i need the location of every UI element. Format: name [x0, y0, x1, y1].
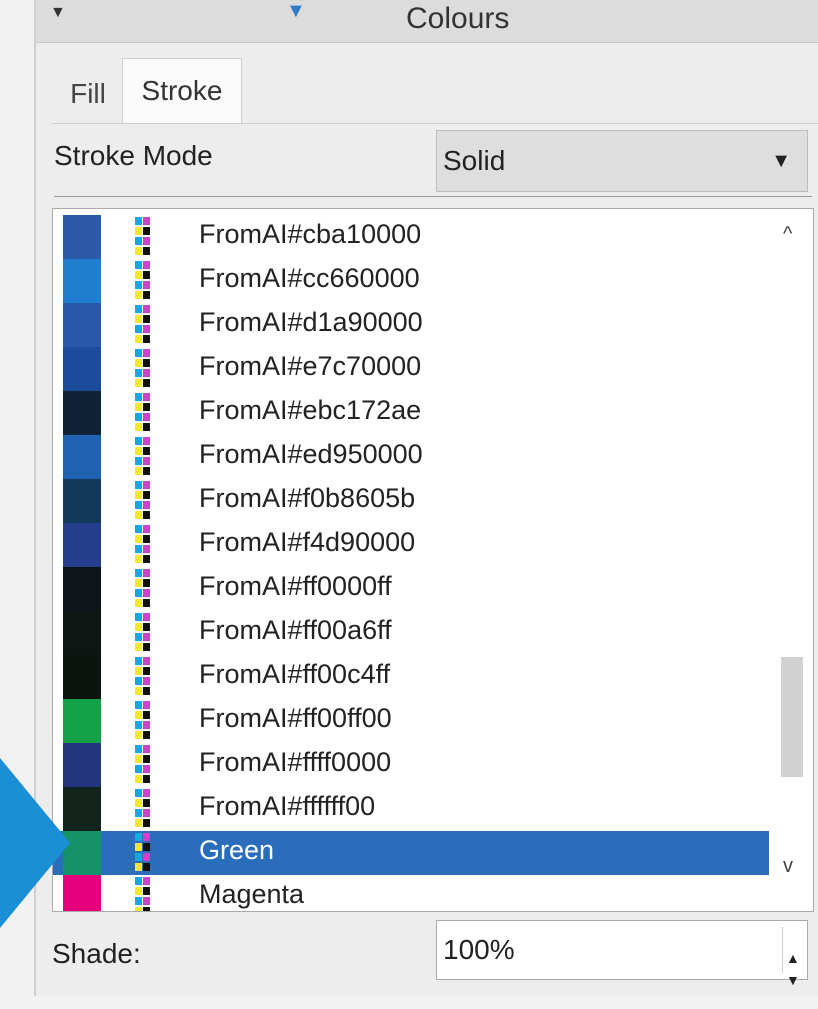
process-colour-icon	[135, 217, 165, 257]
colour-name: FromAI#ff00ff00	[199, 703, 392, 733]
colour-list[interactable]: FromAI#cba10000 FromAI#cc660000 FromAI#d1a…	[52, 208, 814, 912]
process-colour-icon	[135, 701, 165, 741]
colour-name: FromAI#f0b8605b	[199, 483, 416, 513]
process-colour-icon	[135, 833, 165, 873]
stroke-mode-select[interactable]: Solid ▼	[436, 130, 808, 192]
process-colour-icon	[135, 525, 165, 565]
colour-swatch	[63, 523, 101, 567]
colour-name: FromAI#ed950000	[199, 439, 423, 469]
colour-list-item[interactable]: FromAI#ff00c4ff	[53, 655, 769, 699]
stroke-mode-label: Stroke Mode	[54, 140, 213, 171]
colour-list-item[interactable]: FromAI#d1a90000	[53, 303, 769, 347]
colour-name: FromAI#d1a90000	[199, 307, 423, 337]
colour-swatch	[63, 303, 101, 347]
colour-name: FromAI#ff0000ff	[199, 571, 392, 601]
colour-list-item[interactable]: FromAI#ff00ff00	[53, 699, 769, 743]
colour-name: FromAI#ff00a6ff	[199, 615, 392, 645]
shade-value: 100%	[443, 934, 515, 965]
tab-stroke[interactable]: Stroke	[122, 58, 242, 124]
colour-name: FromAI#ffff0000	[199, 747, 392, 777]
colour-name: FromAI#e7c70000	[199, 351, 422, 381]
colour-swatch	[63, 259, 101, 303]
colour-swatch	[63, 699, 101, 743]
colour-list-item[interactable]: FromAI#ff00a6ff	[53, 611, 769, 655]
panel-titlebar[interactable]: ▼ ▼ Colours	[36, 0, 818, 43]
process-colour-icon	[135, 261, 165, 301]
colour-swatch	[63, 391, 101, 435]
colours-panel: ▼ ▼ Colours Fill Stroke Stroke Mode Soli…	[34, 0, 818, 996]
colour-name: FromAI#ff00c4ff	[199, 659, 391, 689]
pointer-arrow-icon	[0, 758, 70, 928]
colour-list-item[interactable]: FromAI#f4d90000	[53, 523, 769, 567]
colour-list-item[interactable]: FromAI#e7c70000	[53, 347, 769, 391]
colour-list-item[interactable]: Green	[53, 831, 769, 875]
tab-fill[interactable]: Fill	[58, 66, 118, 122]
colour-swatch	[63, 567, 101, 611]
colour-swatch	[63, 655, 101, 699]
process-colour-icon	[135, 393, 165, 433]
colour-list-item[interactable]: Magenta	[53, 875, 769, 911]
colour-list-item[interactable]: FromAI#f0b8605b	[53, 479, 769, 523]
colour-list-item[interactable]: FromAI#cc660000	[53, 259, 769, 303]
colour-name: FromAI#f4d90000	[199, 527, 416, 557]
colour-swatch	[63, 479, 101, 523]
colour-list-item[interactable]: FromAI#ffffff00	[53, 787, 769, 831]
process-colour-icon	[135, 657, 165, 697]
shade-spinner[interactable]: ▲ ▼	[782, 927, 803, 988]
colour-list-item[interactable]: FromAI#ed950000	[53, 435, 769, 479]
colour-name: FromAI#ffffff00	[199, 791, 376, 821]
process-colour-icon	[135, 437, 165, 477]
process-colour-icon	[135, 305, 165, 345]
process-colour-icon	[135, 789, 165, 829]
colour-name: Magenta	[199, 879, 305, 909]
colour-list-item[interactable]: FromAI#cba10000	[53, 215, 769, 259]
process-colour-icon	[135, 349, 165, 389]
colour-swatch	[63, 215, 101, 259]
scroll-up-icon[interactable]: ^	[783, 223, 792, 246]
divider	[54, 196, 812, 197]
tabs-divider	[52, 123, 818, 124]
colour-swatch	[63, 435, 101, 479]
scrollbar[interactable]: ^ v	[773, 209, 813, 911]
colour-name: FromAI#ebc172ae	[199, 395, 422, 425]
panel-title: Colours	[406, 2, 510, 35]
process-colour-icon	[135, 569, 165, 609]
stroke-mode-value: Solid	[443, 145, 506, 176]
collapse-arrow-icon[interactable]: ▼	[50, 4, 66, 22]
shade-input[interactable]: 100% ▲ ▼	[436, 920, 808, 988]
colour-name: FromAI#cba10000	[199, 219, 422, 249]
panel-menu-arrow-icon[interactable]: ▼	[286, 0, 306, 23]
colour-list-item[interactable]: FromAI#ebc172ae	[53, 391, 769, 435]
spin-down-icon[interactable]: ▼	[786, 951, 800, 1009]
colour-list-item[interactable]: FromAI#ffff0000	[53, 743, 769, 787]
process-colour-icon	[135, 877, 165, 911]
process-colour-icon	[135, 745, 165, 785]
process-colour-icon	[135, 481, 165, 521]
process-colour-icon	[135, 613, 165, 653]
colour-name: Green	[199, 835, 275, 865]
colour-name: FromAI#cc660000	[199, 263, 420, 293]
colour-list-item[interactable]: FromAI#ff0000ff	[53, 567, 769, 611]
shade-label: Shade:	[52, 938, 141, 969]
colour-swatch	[63, 347, 101, 391]
colour-swatch	[63, 611, 101, 655]
scroll-down-icon[interactable]: v	[783, 855, 793, 878]
scroll-thumb[interactable]	[781, 657, 803, 777]
dropdown-arrow-icon[interactable]: ▼	[771, 131, 791, 191]
